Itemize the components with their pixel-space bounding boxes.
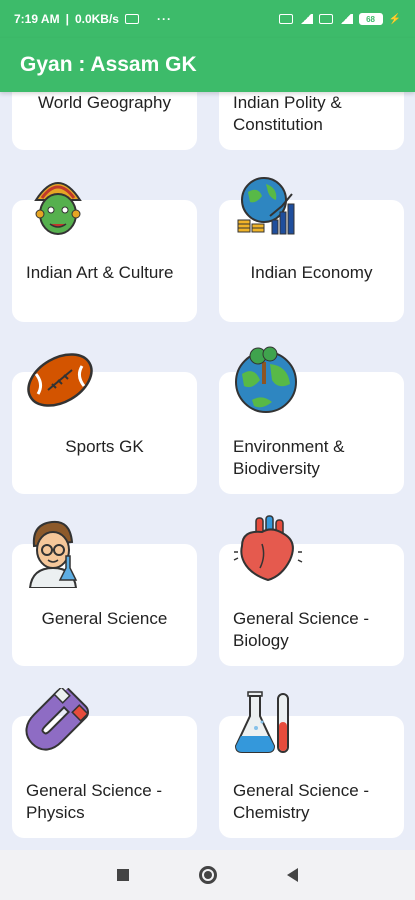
category-label: Sports GK <box>65 437 144 456</box>
category-label: General Science - Physics <box>26 781 163 822</box>
category-label: World Geography <box>38 93 171 112</box>
heart-organ-icon <box>232 512 304 584</box>
category-card-indian-polity[interactable]: Indian Polity & Constitution <box>219 92 404 150</box>
category-label: General Science <box>41 609 168 628</box>
system-nav-bar <box>0 850 415 900</box>
home-button[interactable] <box>199 866 217 884</box>
vowifi-icon <box>278 14 293 24</box>
kathakali-mask-icon <box>22 170 94 242</box>
category-label: Indian Art & Culture <box>26 263 174 282</box>
charging-icon: ⚡ <box>388 13 401 25</box>
app-bar: Gyan : Assam GK <box>0 38 415 92</box>
volte-icon <box>318 14 333 24</box>
wifi-icon <box>298 14 313 24</box>
back-button[interactable] <box>287 868 298 882</box>
category-label: General Science - Chemistry <box>233 781 370 822</box>
status-network-speed: 0.0KB/s <box>74 12 119 26</box>
more-notifications-icon: ··· <box>156 12 172 26</box>
category-card-world-geography[interactable]: World Geography <box>12 92 197 150</box>
cell-signal-icon <box>338 14 353 24</box>
lab-flasks-icon <box>232 686 304 758</box>
status-separator: | <box>65 12 69 26</box>
magnet-icon <box>22 686 94 760</box>
economy-globe-chart-icon <box>232 172 304 244</box>
category-label: General Science - Biology <box>233 609 370 650</box>
recents-button[interactable] <box>117 869 129 881</box>
earth-tree-icon <box>232 344 304 416</box>
rugby-ball-icon <box>24 344 96 416</box>
category-label: Indian Polity & Constitution <box>233 93 342 134</box>
status-time: 7:19 AM <box>14 12 60 26</box>
app-title: Gyan : Assam GK <box>20 53 197 76</box>
category-grid[interactable]: World Geography Indian Polity & Constitu… <box>0 92 415 850</box>
battery-icon: 68 <box>358 13 383 25</box>
notification-icon <box>124 14 139 24</box>
status-bar: 7:19 AM | 0.0KB/s ··· 68 ⚡ <box>0 0 415 38</box>
category-label: Indian Economy <box>250 263 373 282</box>
category-label: Environment & Biodiversity <box>233 437 345 478</box>
scientist-icon <box>22 516 94 589</box>
